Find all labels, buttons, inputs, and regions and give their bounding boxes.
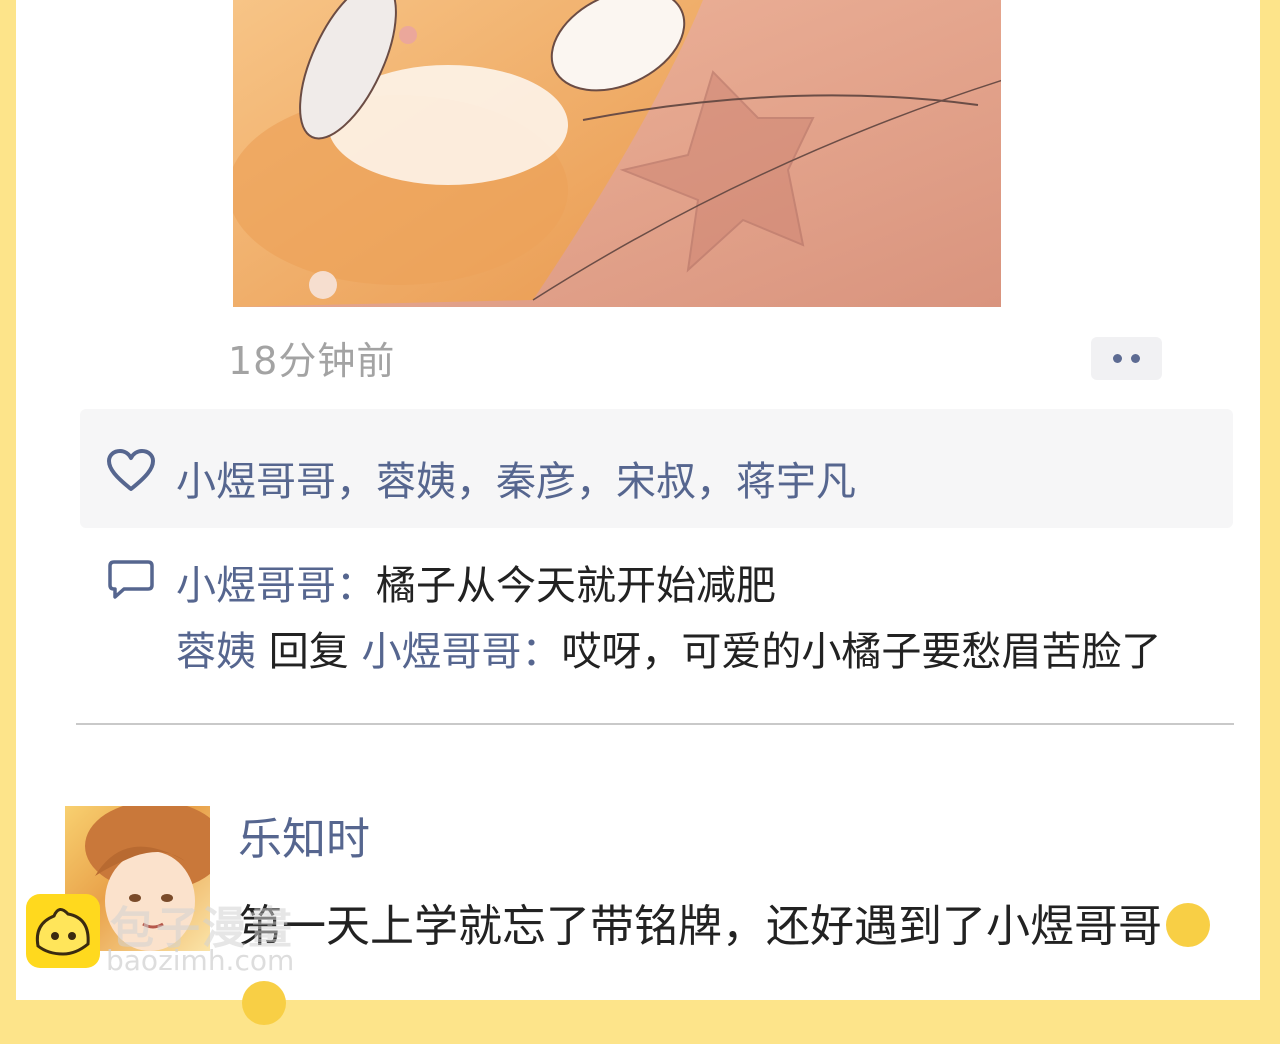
comment-icon [108, 559, 154, 605]
post-photo[interactable] [233, 0, 1001, 307]
comment-row[interactable]: 小煜哥哥：橘子从今天就开始减肥 [176, 553, 776, 611]
watermark-url: baozimh.com [106, 944, 295, 977]
post-text: 第一天上学就忘了带铭牌，还好遇到了小煜哥哥 [238, 888, 1228, 1044]
post-text-content: 第一天上学就忘了带铭牌，还好遇到了小煜哥哥 [238, 901, 1162, 952]
comment-user[interactable]: 小煜哥哥 [176, 563, 336, 609]
comment-separator: ： [521, 629, 562, 675]
comment-text: 橘子从今天就开始减肥 [376, 563, 776, 609]
dot [1113, 354, 1122, 363]
comment-row[interactable]: 蓉姨 回复 小煜哥哥：哎呀，可爱的小橘子要愁眉苦脸了 [176, 619, 1161, 677]
watermark-logo [26, 894, 100, 968]
reply-word: 回复 [256, 629, 362, 675]
comment-separator: ： [336, 563, 376, 609]
divider [76, 723, 1234, 725]
post-timestamp: 18分钟前 [228, 339, 396, 383]
moments-panel: 18分钟前 小煜哥哥，蓉姨，秦彦，宋叔，蒋宇凡 小煜哥哥：橘子从今天就开始减肥 … [16, 0, 1260, 1025]
comment-text: 哎呀，可爱的小橘子要愁眉苦脸了 [561, 629, 1162, 675]
comment-user[interactable]: 蓉姨 [176, 629, 256, 675]
reply-to-user[interactable]: 小煜哥哥 [361, 629, 521, 675]
dot [1131, 354, 1140, 363]
post-username[interactable]: 乐知时 [238, 803, 370, 867]
more-dots-icon[interactable] [1091, 337, 1162, 380]
emoji-icon [242, 981, 286, 1025]
cat-photo [233, 0, 1001, 307]
emoji-icon [1166, 903, 1210, 947]
likes-names[interactable]: 小煜哥哥，蓉姨，秦彦，宋叔，蒋宇凡 [176, 449, 856, 507]
likes-bar: 小煜哥哥，蓉姨，秦彦，宋叔，蒋宇凡 [80, 409, 1233, 528]
heart-icon [106, 449, 156, 497]
